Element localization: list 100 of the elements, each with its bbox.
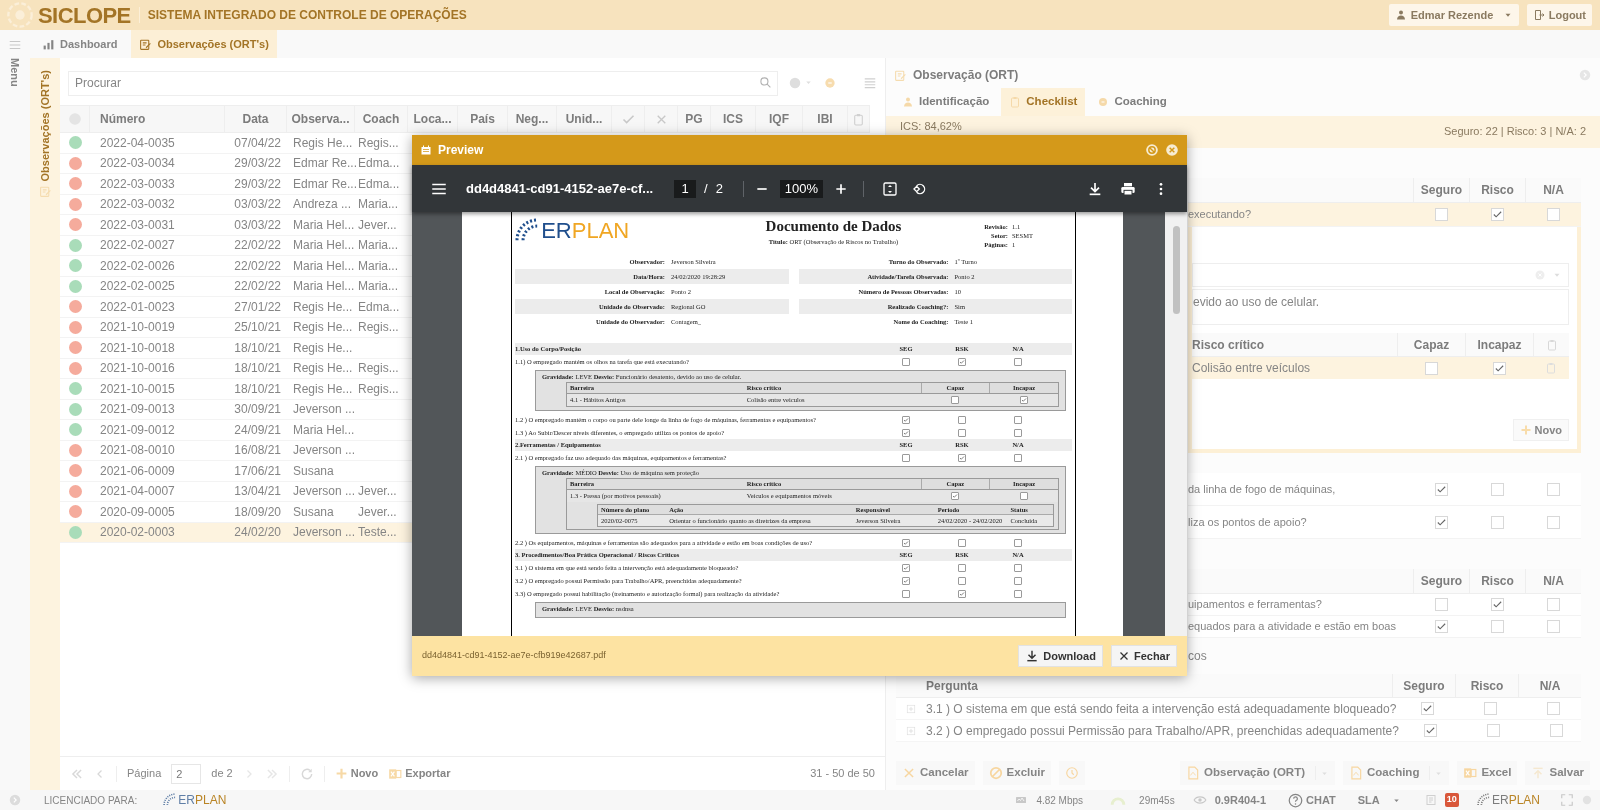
app-subtitle: SISTEMA INTEGRADO DE CONTROLE DE OPERAÇÕES <box>147 6 467 24</box>
table-cell-text: 2022-03-0031 <box>100 216 175 234</box>
column-header: Incapaz <box>1477 336 1522 354</box>
table-cell-text: 27/01/22 <box>234 298 281 316</box>
table-cell-text: 2022-03-0033 <box>100 175 175 193</box>
column-header: Seguro <box>1420 573 1463 590</box>
table-cell-text: Maria Hel... <box>293 216 355 234</box>
table-cell-text: Regis... <box>358 360 399 378</box>
column-header: Seguro <box>1403 677 1445 695</box>
table-cell-text: 30/09/21 <box>234 401 281 419</box>
page-label: Página <box>127 766 162 782</box>
column-header: Pergunta <box>926 677 978 695</box>
table-cell-text: Maria... <box>358 278 398 296</box>
company-logo: ERPLAN <box>515 214 705 247</box>
table-cell-text: 2021-06-0009 <box>100 462 175 480</box>
page-separator: / <box>704 179 708 198</box>
table-cell-text: 2021-04-0007 <box>100 483 175 501</box>
license-label: LICENCIADO PARA: <box>44 793 138 808</box>
table-cell-text: Andreza ... <box>293 196 352 214</box>
table-cell-text: 13/04/21 <box>234 483 281 501</box>
column-header: Risco <box>1481 182 1514 199</box>
table-cell-text: 17/06/21 <box>234 462 281 480</box>
table-cell-text: Colisão entre veículos <box>1192 360 1311 377</box>
table-cell-text: Susana <box>293 503 334 521</box>
table-cell-text: Edma... <box>358 175 400 193</box>
table-cell-text: 2022-02-0025 <box>100 278 175 296</box>
page-total: 2 <box>715 179 723 198</box>
table-cell-text: Jeverson ... <box>293 524 356 542</box>
table-cell-text: 2022-03-0034 <box>100 155 175 173</box>
page-count: de 2 <box>211 766 233 782</box>
version-label: 0.9R404-1 <box>1214 792 1267 808</box>
table-cell-text: Edma... <box>358 155 400 173</box>
file-name: dd4d4841-cd91-4152-ae7e-cf... <box>466 179 655 198</box>
table-cell-text: 03/03/22 <box>234 216 281 234</box>
panel-title: Observação (ORT) <box>913 67 1019 84</box>
table-cell-text: 29/03/22 <box>234 175 281 193</box>
table-cell-text: Maria... <box>358 196 398 214</box>
column-header: Capaz <box>1413 336 1450 354</box>
question-text: liza os pontos de apoio? <box>1188 514 1307 530</box>
table-cell-text: Jeverson ... <box>293 401 356 419</box>
question-text: executando? <box>1188 207 1251 223</box>
file-name: dd4d4841-cd91-4152-ae7e-cfb919e42687.pdf <box>422 649 606 663</box>
table-cell-text: 25/10/21 <box>234 319 281 337</box>
table-cell-text: 2022-01-0023 <box>100 298 175 316</box>
table-cell-text: Maria Hel... <box>293 257 355 275</box>
table-cell-text: 2020-09-0005 <box>100 503 175 521</box>
column-header: N/A <box>1543 573 1564 590</box>
company-logo: ERPLAN <box>163 791 227 809</box>
document-title: Documento de Dados <box>765 217 902 235</box>
question-text: equados para a atividade e estão em boas <box>1188 619 1396 635</box>
question-text: uipamentos e ferramentas? <box>1188 597 1322 613</box>
table-cell-text: Edmar Re... <box>293 155 358 173</box>
table-cell-text: 22/02/22 <box>234 278 281 296</box>
table-cell-text: 2021-10-0019 <box>100 319 175 337</box>
record-range: 31 - 50 de 50 <box>810 766 875 782</box>
table-cell-text: 29/03/22 <box>234 155 281 173</box>
table-cell-text: 2021-10-0015 <box>100 380 175 398</box>
table-cell-text: 2021-09-0013 <box>100 401 175 419</box>
table-cell-text: Jeverson ... <box>293 483 356 501</box>
table-cell-text: Regis... <box>358 319 399 337</box>
notification-badge: 10 <box>1444 793 1459 807</box>
question-text: 3.2 ) O empregado possui Permissão para Trabalho/APR, preenchidas adequadamente? <box>926 722 1399 740</box>
table-cell-text: 2022-02-0026 <box>100 257 175 275</box>
table-cell-text: Maria Hel... <box>293 421 355 439</box>
table-cell-text: 18/10/21 <box>234 380 281 398</box>
table-cell-text: 2021-08-0010 <box>100 442 175 460</box>
column-header: Seguro <box>1420 182 1463 199</box>
company-logo: ERPLAN <box>1476 791 1540 809</box>
column-header: N/A <box>1543 182 1564 199</box>
table-cell-text: Maria Hel... <box>293 237 355 255</box>
table-cell-text: 2022-04-0035 <box>100 134 175 152</box>
table-cell-text: Jever... <box>358 216 397 234</box>
table-cell-text: Regis He... <box>293 298 353 316</box>
table-cell-text: 03/03/22 <box>234 196 281 214</box>
table-cell-text: Susana <box>293 462 334 480</box>
table-cell-text: 18/09/20 <box>234 503 281 521</box>
column-header: Risco crítico <box>1192 336 1265 354</box>
table-cell-text: 2020-02-0003 <box>100 524 175 542</box>
question-text: 3.1 ) O sistema em que está sendo feita a intervenção está adequadamente bloqueado? <box>926 700 1397 718</box>
answer-summary: Seguro: 22 | Risco: 3 | N/A: 2 <box>1443 124 1586 139</box>
table-cell-text: Edmar Re... <box>293 175 358 193</box>
table-cell-text: Maria Hel... <box>293 278 355 296</box>
table-cell-text: Regis He... <box>293 380 353 398</box>
table-cell-text: 2022-02-0027 <box>100 237 175 255</box>
table-cell-text: 24/09/21 <box>234 421 281 439</box>
session-timer: 29m45s <box>1139 793 1175 808</box>
table-cell-text: 22/02/22 <box>234 257 281 275</box>
table-cell-text: Jever... <box>358 483 397 501</box>
column-header: Risco <box>1481 573 1514 590</box>
table-cell-text: Jeverson ... <box>293 442 356 460</box>
table-cell-text: Teste... <box>358 524 397 542</box>
section-title: cos <box>1188 648 1207 665</box>
dialog-title: Preview <box>438 142 484 159</box>
table-cell-text: 2021-10-0018 <box>100 339 175 357</box>
table-cell-text: Regis He... <box>293 319 353 337</box>
table-cell-text: 18/10/21 <box>234 339 281 357</box>
panel-side-label: Observações (ORT's) <box>37 70 52 182</box>
table-cell-text: Regis He... <box>293 134 353 152</box>
table-cell-text: 22/02/22 <box>234 237 281 255</box>
table-cell-text: Maria... <box>358 257 398 275</box>
